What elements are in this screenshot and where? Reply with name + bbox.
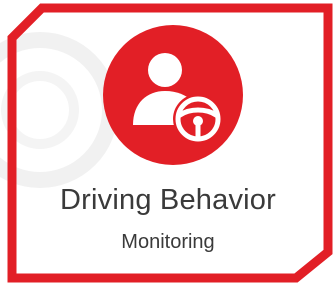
card-subtitle: Monitoring: [121, 231, 215, 253]
driver-behavior-badge: [103, 25, 243, 165]
card-title: Driving Behavior: [60, 184, 276, 216]
feature-card[interactable]: Driving Behavior Monitoring: [0, 0, 336, 284]
driver-steering-wheel-icon: [103, 25, 243, 165]
